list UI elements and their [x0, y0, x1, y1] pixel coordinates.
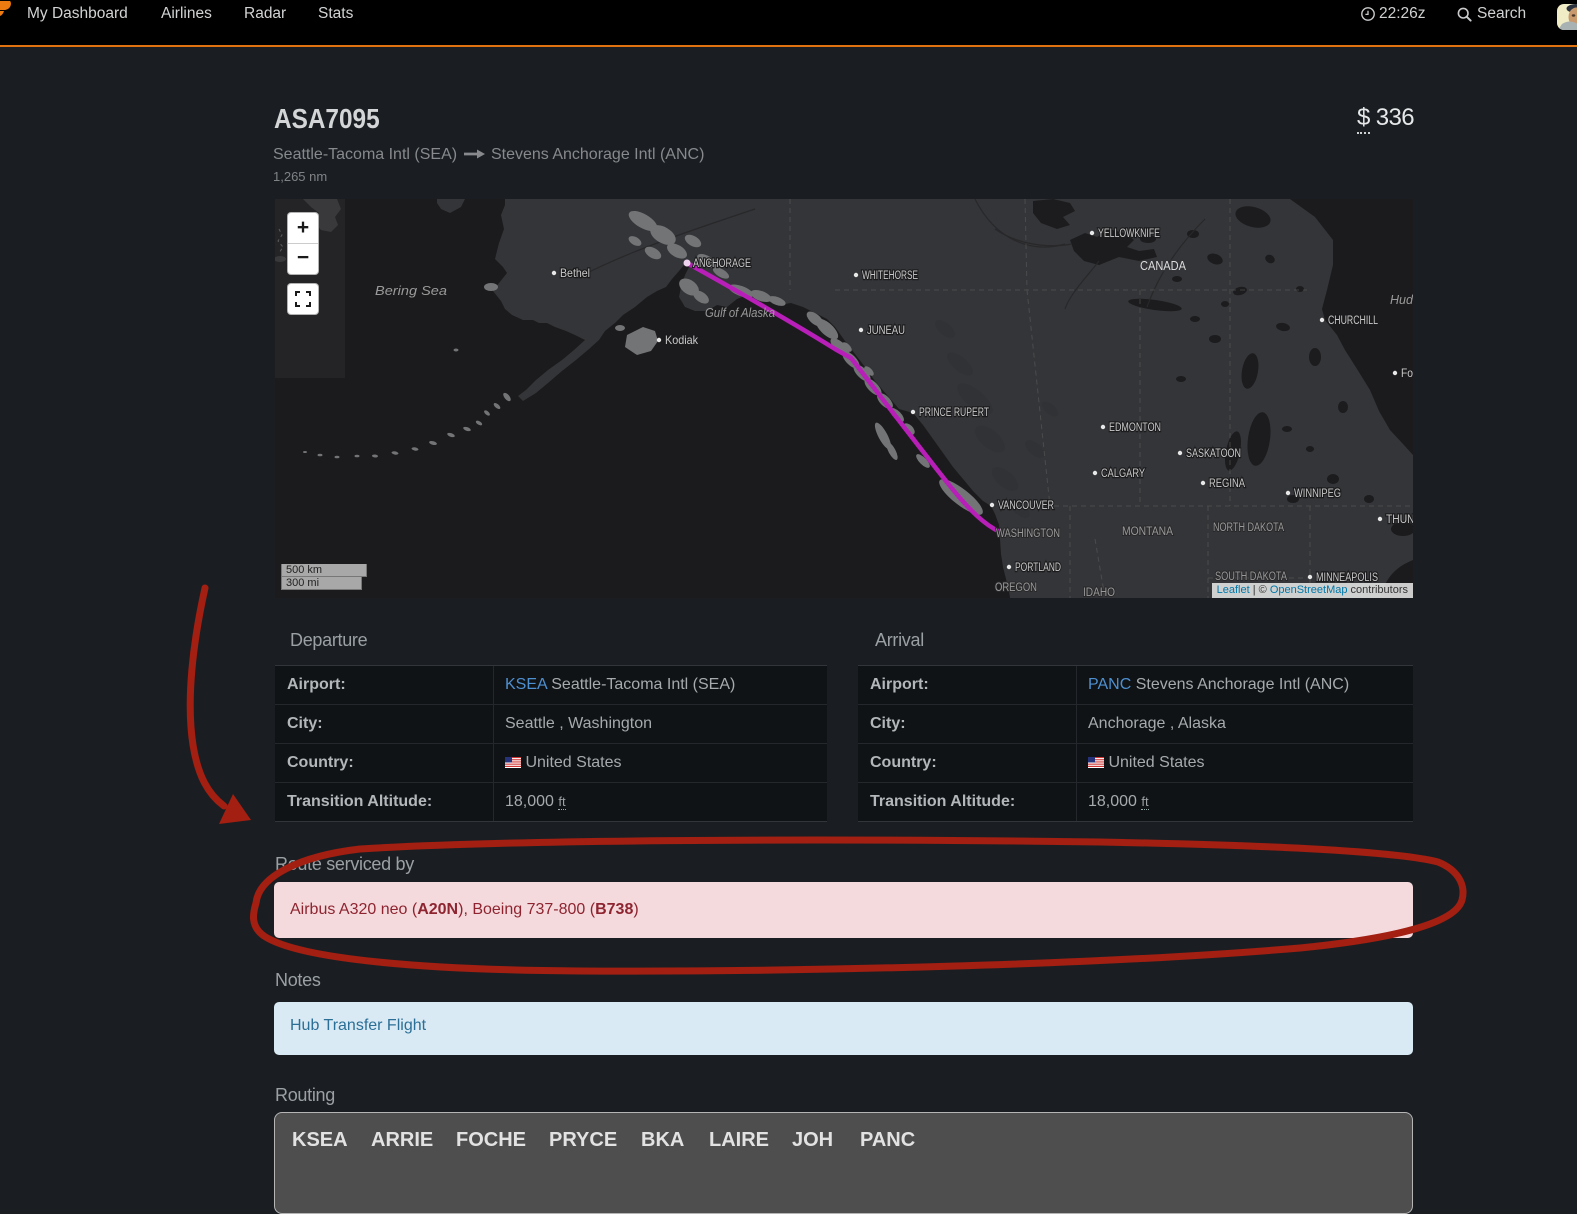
svg-text:WHITEHORSE: WHITEHORSE — [862, 270, 918, 282]
svg-text:CALGARY: CALGARY — [1101, 468, 1145, 480]
svg-text:NORTH DAKOTA: NORTH DAKOTA — [1213, 522, 1284, 534]
svg-text:ANCHORAGE: ANCHORAGE — [693, 258, 751, 270]
svg-text:WINNIPEG: WINNIPEG — [1294, 488, 1341, 500]
svg-text:PORTLAND: PORTLAND — [1015, 562, 1061, 574]
svg-text:WASHINGTON: WASHINGTON — [996, 528, 1060, 540]
svg-text:Gulf of Alaska: Gulf of Alaska — [705, 305, 775, 320]
svg-text:THUND: THUND — [1386, 514, 1413, 526]
svg-text:REGINA: REGINA — [1209, 478, 1245, 490]
svg-text:SASKATOON: SASKATOON — [1186, 448, 1241, 460]
svg-text:CANADA: CANADA — [1140, 258, 1186, 273]
svg-text:Kodiak: Kodiak — [665, 333, 699, 347]
svg-text:JUNEAU: JUNEAU — [867, 325, 905, 337]
svg-text:VANCOUVER: VANCOUVER — [998, 500, 1054, 512]
svg-text:Bering Sea: Bering Sea — [375, 283, 447, 298]
svg-text:Hud: Hud — [1390, 292, 1413, 307]
svg-text:YELLOWKNIFE: YELLOWKNIFE — [1098, 228, 1160, 240]
svg-text:SOUTH DAKOTA: SOUTH DAKOTA — [1215, 571, 1287, 583]
svg-text:MONTANA: MONTANA — [1122, 526, 1173, 538]
svg-text:CHURCHILL: CHURCHILL — [1328, 315, 1378, 327]
svg-text:Bethel: Bethel — [560, 266, 590, 280]
svg-text:EDMONTON: EDMONTON — [1109, 422, 1161, 434]
svg-text:Fo: Fo — [1401, 366, 1413, 380]
svg-text:OREGON: OREGON — [995, 582, 1037, 594]
svg-text:PRINCE RUPERT: PRINCE RUPERT — [919, 407, 989, 419]
svg-text:IDAHO: IDAHO — [1083, 587, 1115, 598]
